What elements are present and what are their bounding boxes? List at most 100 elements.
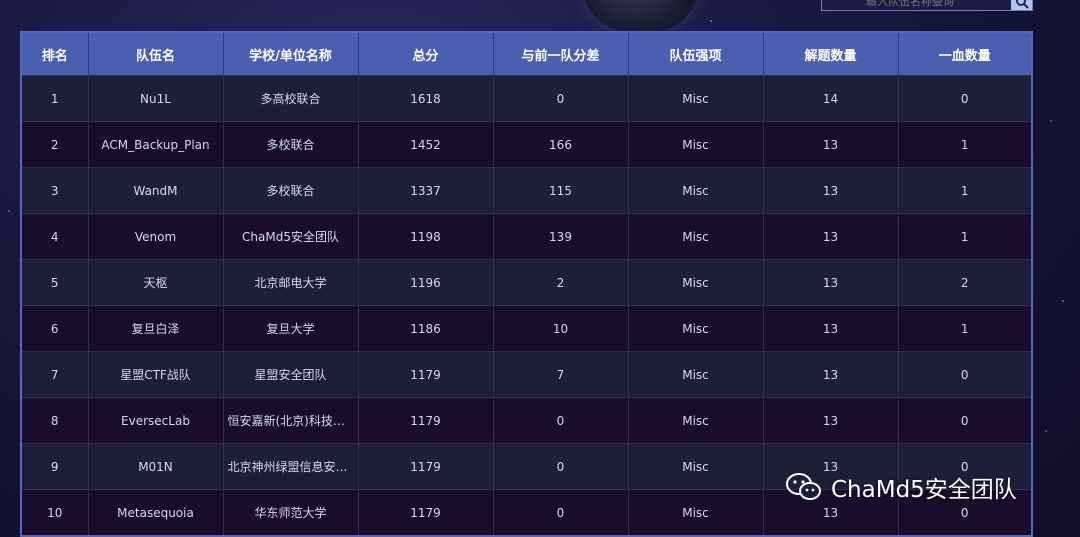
strength-cell: Misc [628,167,764,214]
diff-cell: 166 [493,121,629,168]
strength-cell: Misc [628,213,764,260]
rank-cell: 10 [22,489,89,535]
star-decoration [1050,120,1052,122]
rank-cell: 9 [22,443,89,490]
score-cell: 1179 [358,397,494,444]
rank-cell: 4 [22,213,89,260]
table-header-row: 排名 队伍名 学校/单位名称 总分 与前一队分差 队伍强项 解题数量 一血数量 [22,33,1031,76]
table-row: 1 Nu1L 多高校联合 1618 0 Misc 14 0 [22,75,1031,122]
score-cell: 1179 [358,443,494,490]
first-blood-cell: 1 [898,167,1031,214]
team-name-cell: ACM_Backup_Plan [88,121,224,168]
diff-cell: 2 [493,259,629,306]
solved-cell: 13 [763,167,899,214]
table-row: 8 EversecLab 恒安嘉新(北京)科技股... 1179 0 Misc 13 0 [22,397,1031,444]
school-cell: 多校联合 [223,121,359,168]
strength-cell: Misc [628,75,764,122]
first-blood-cell: 1 [898,213,1031,260]
team-name-cell: 天枢 [88,259,224,306]
search-button[interactable] [1011,0,1032,10]
solved-cell: 13 [763,213,899,260]
first-blood-cell: 1 [898,121,1031,168]
score-cell: 1186 [358,305,494,352]
first-blood-cell: 1 [898,305,1031,352]
school-cell: 华东师范大学 [223,489,359,535]
school-cell: 星盟安全团队 [223,351,359,398]
table-row: 3 WandM 多校联合 1337 115 Misc 13 1 [22,167,1031,214]
team-name-cell: Nu1L [88,75,224,122]
team-name-cell: Metasequoia [88,489,224,535]
table-row: 5 天枢 北京邮电大学 1196 2 Misc 13 2 [22,259,1031,306]
first-blood-cell: 0 [898,351,1031,398]
wechat-icon [786,473,821,500]
strength-cell: Misc [628,489,764,535]
team-name-cell: M01N [88,443,224,490]
diff-cell: 0 [493,443,629,490]
diff-cell: 0 [493,489,629,535]
watermark-text: ChaMd5安全团队 [831,477,1017,503]
table-row: 6 复旦白泽 复旦大学 1186 10 Misc 13 1 [22,305,1031,352]
watermark: ChaMd5安全团队 [785,470,1017,504]
solved-cell: 13 [763,351,899,398]
school-cell: 北京邮电大学 [223,259,359,306]
diff-cell: 0 [493,397,629,444]
diff-cell: 0 [493,75,629,122]
score-cell: 1618 [358,75,494,122]
header-school: 学校/单位名称 [223,33,359,76]
solved-cell: 13 [763,397,899,444]
table-row: 2 ACM_Backup_Plan 多校联合 1452 166 Misc 13 1 [22,121,1031,168]
strength-cell: Misc [628,305,764,352]
strength-cell: Misc [628,443,764,490]
search-input[interactable] [822,0,1011,10]
diff-cell: 115 [493,167,629,214]
score-cell: 1337 [358,167,494,214]
header-rank: 排名 [22,33,89,76]
first-blood-cell: 0 [898,397,1031,444]
score-cell: 1196 [358,259,494,306]
score-cell: 1198 [358,213,494,260]
star-decoration [1062,300,1064,302]
team-name-cell: EversecLab [88,397,224,444]
school-cell: ChaMd5安全团队 [223,213,359,260]
team-name-cell: 复旦白泽 [88,305,224,352]
score-cell: 1179 [358,489,494,535]
rank-cell: 2 [22,121,89,168]
score-cell: 1179 [358,351,494,398]
header-score: 总分 [358,33,494,76]
team-name-cell: 星盟CTF战队 [88,351,224,398]
table-row: 4 Venom ChaMd5安全团队 1198 139 Misc 13 1 [22,213,1031,260]
strength-cell: Misc [628,121,764,168]
score-cell: 1452 [358,121,494,168]
rank-cell: 7 [22,351,89,398]
strength-cell: Misc [628,259,764,306]
star-decoration [8,210,10,212]
rank-cell: 8 [22,397,89,444]
strength-cell: Misc [628,351,764,398]
header-diff: 与前一队分差 [493,33,629,76]
table-row: 7 星盟CTF战队 星盟安全团队 1179 7 Misc 13 0 [22,351,1031,398]
search-icon [1015,0,1029,9]
school-cell: 恒安嘉新(北京)科技股... [223,397,359,444]
strength-cell: Misc [628,397,764,444]
rank-cell: 6 [22,305,89,352]
star-decoration [1045,430,1047,432]
school-cell: 复旦大学 [223,305,359,352]
school-cell: 北京神州绿盟信息安全... [223,443,359,490]
solved-cell: 13 [763,305,899,352]
header-team: 队伍名 [88,33,224,76]
team-name-cell: Venom [88,213,224,260]
school-cell: 多校联合 [223,167,359,214]
first-blood-cell: 2 [898,259,1031,306]
header-first-blood: 一血数量 [898,33,1031,76]
header-solved: 解题数量 [763,33,899,76]
rank-cell: 3 [22,167,89,214]
solved-cell: 14 [763,75,899,122]
planet-decoration [583,0,698,35]
diff-cell: 7 [493,351,629,398]
solved-cell: 13 [763,259,899,306]
rank-cell: 5 [22,259,89,306]
ranking-table: 排名 队伍名 学校/单位名称 总分 与前一队分差 队伍强项 解题数量 一血数量 … [20,31,1033,537]
star-decoration [710,20,712,22]
diff-cell: 139 [493,213,629,260]
diff-cell: 10 [493,305,629,352]
